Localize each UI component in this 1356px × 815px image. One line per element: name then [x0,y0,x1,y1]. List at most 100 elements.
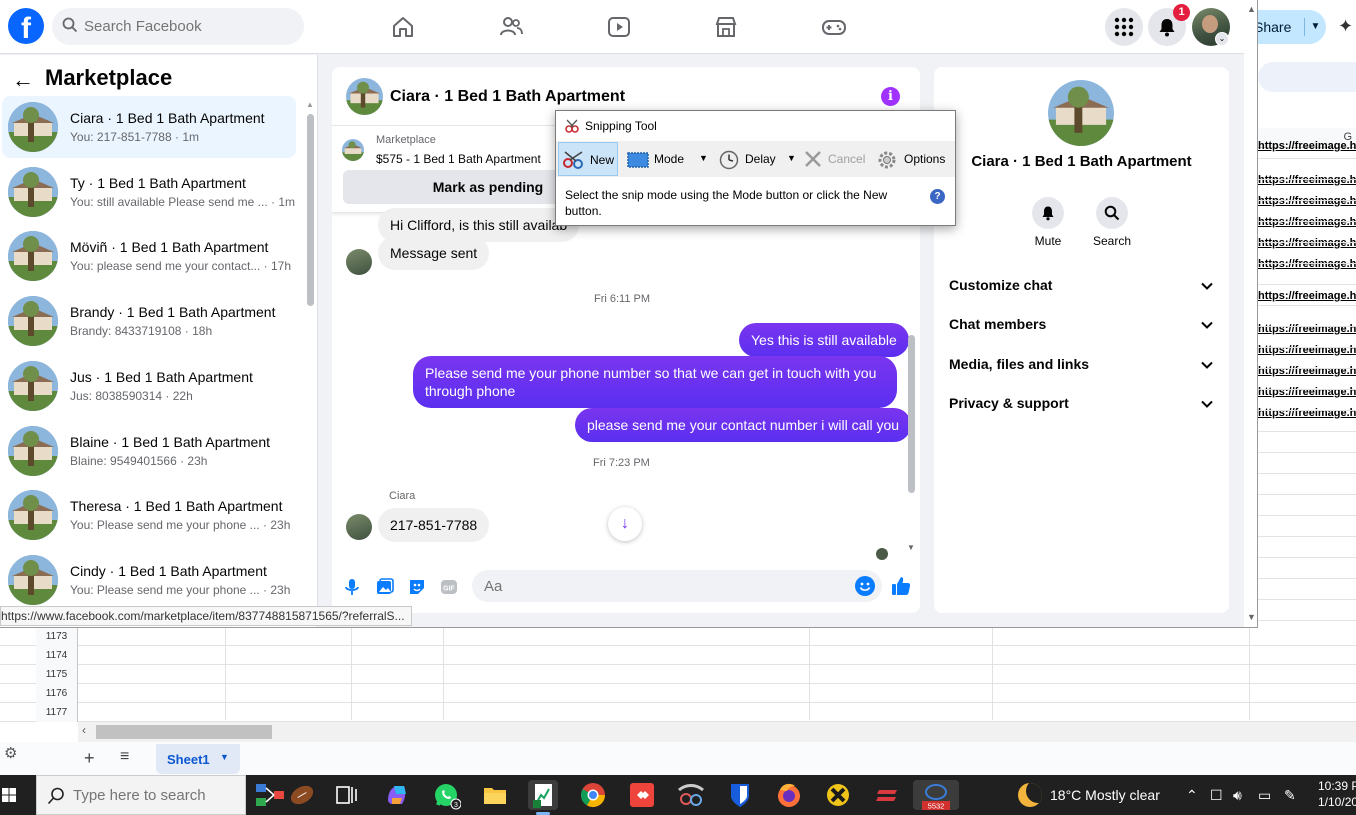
link-cell[interactable]: https://freeimage.ho [1258,258,1356,270]
conversation-item[interactable]: Ciara · 1 Bed 1 Bath Apartment You: 217-8… [2,96,296,158]
search-highlights-icon[interactable] [254,780,316,810]
message-bubble[interactable]: 217-851-7788 [378,508,490,542]
conversation-item[interactable]: Cindy · 1 Bed 1 Bath Apartment You: Pleas… [2,549,296,611]
scroll-down-icon[interactable]: ▼ [907,543,915,552]
expressvpn-icon[interactable] [872,780,902,810]
mode-dropdown-icon[interactable]: ▼ [699,153,708,163]
marketplace-icon[interactable] [713,14,739,40]
link-cell[interactable]: https://freeimage.ho [1258,365,1356,377]
all-sheets-menu-icon[interactable]: ≡ [120,748,129,766]
message-bubble[interactable]: Message sent [378,236,490,270]
scroll-thumb[interactable] [96,725,272,739]
conversation-avatar[interactable] [1048,80,1114,146]
tradingview-icon[interactable] [823,780,853,810]
show-hidden-icons-chevron-up-icon[interactable]: ⌃ [1186,787,1198,804]
info-section[interactable]: Chat members [948,312,1220,336]
info-section[interactable]: Privacy & support [948,391,1220,415]
share-dropdown-icon[interactable]: ▼ [1304,18,1326,36]
conversation-item[interactable]: Jus · 1 Bed 1 Bath Apartment Jus: 8038590… [2,355,296,417]
conversation-item[interactable]: Möviñ · 1 Bed 1 Bath Apartment You: pleas… [2,225,296,287]
sticker-icon[interactable] [407,577,427,597]
row-number[interactable]: 1175 [36,665,78,684]
window-scrollbar[interactable]: ▲ ▼ [1244,0,1257,627]
chat-avatar[interactable] [346,78,383,115]
sender-avatar[interactable] [346,514,372,540]
scroll-down-icon[interactable]: ▼ [1247,612,1256,622]
link-cell[interactable]: https://freeimage.ho [1258,407,1356,419]
chat-scrollbar[interactable]: ▼ [906,213,916,555]
chevron-down-icon[interactable] [1200,279,1214,293]
search-bar[interactable] [52,8,304,45]
taskbar-search[interactable] [36,775,246,815]
message-bubble[interactable]: Please send me your phone number so that… [413,356,897,408]
scroll-left-icon[interactable]: ‹ [82,723,86,737]
horizontal-scrollbar[interactable]: ‹ [78,722,1356,742]
mode-button[interactable]: Mode ▼ [623,142,711,176]
gaming-icon[interactable] [821,14,847,40]
vpn-monitor-icon[interactable]: 5532 [913,780,959,811]
sheet-row[interactable]: 1175 [0,665,1356,684]
emoji-icon[interactable] [855,576,875,596]
sheet-row[interactable]: 1173 [0,627,1356,646]
info-section[interactable]: Customize chat [948,273,1220,297]
scroll-up-icon[interactable]: ▲ [1247,4,1256,14]
sender-avatar[interactable] [346,249,372,275]
copilot-icon[interactable] [382,780,412,810]
apps-menu-button[interactable] [1105,8,1143,46]
sheet-row[interactable]: 1177 [0,703,1356,722]
link-cell[interactable]: https://freeimage.ho [1258,216,1356,228]
pen-icon[interactable]: ✎ [1284,787,1296,804]
link-cell[interactable]: https://freeimage.ho [1258,174,1356,186]
mute-circle[interactable] [1032,197,1064,229]
row-number[interactable]: 1174 [36,646,78,665]
listing-thumbnail[interactable] [342,139,364,161]
link-cell[interactable]: https://freeimage.ho [1258,323,1356,335]
account-chevron-down-icon[interactable]: ⌄ [1215,32,1229,46]
snipping-tool-titlebar[interactable]: Snipping Tool [556,111,955,141]
search-input[interactable] [84,8,294,45]
chevron-down-icon[interactable] [1200,397,1214,411]
facebook-logo-icon[interactable]: f [8,8,44,44]
chevron-down-icon[interactable] [1200,318,1214,332]
thumbs-up-icon[interactable] [890,575,912,597]
sheet-row[interactable]: 1176 [0,684,1356,703]
sheets-app-icon[interactable] [528,780,558,810]
home-icon[interactable] [390,14,416,40]
cancel-snip-button[interactable]: Cancel [802,142,870,176]
settings-gear-icon[interactable]: ⚙ [4,744,17,762]
network-icon[interactable]: ▭ [1258,787,1271,804]
message-bubble[interactable]: please send me your contact number i wil… [575,408,912,442]
conversation-item[interactable]: Blaine · 1 Bed 1 Bath Apartment Blaine: 9… [2,420,296,482]
photo-icon[interactable] [375,577,395,597]
listing-price-title[interactable]: $575 - 1 Bed 1 Bath Apartment [376,152,541,166]
microphone-icon[interactable] [342,577,362,597]
link-cell[interactable]: https://freeimage.ho [1258,140,1356,152]
link-cell[interactable]: https://freeimage.ho [1258,195,1356,207]
chevron-down-icon[interactable] [1200,358,1214,372]
row-number[interactable]: 1177 [36,703,78,722]
delay-button[interactable]: Delay ▼ [716,142,798,176]
info-section[interactable]: Media, files and links [948,352,1220,376]
add-sheet-icon[interactable]: + [84,748,95,769]
video-icon[interactable] [606,14,632,40]
gemini-icon[interactable]: ✦ [1338,16,1353,37]
conversation-item[interactable]: Ty · 1 Bed 1 Bath Apartment You: still av… [2,161,296,223]
task-view-icon[interactable] [332,780,362,810]
friends-icon[interactable] [498,14,524,40]
firefox-icon[interactable] [774,780,804,810]
sidebar-scrollbar[interactable]: ▲ [306,100,314,610]
message-input-field[interactable] [472,570,882,602]
sheet-tab-dropdown-icon[interactable]: ▼ [220,752,229,762]
chrome-icon[interactable] [578,780,608,810]
search-circle[interactable] [1096,197,1128,229]
whatsapp-icon[interactable]: 3 [431,780,462,810]
conversation-item[interactable]: Brandy · 1 Bed 1 Bath Apartment Brandy: 8… [2,290,296,352]
link-cell[interactable]: https://freeimage.ho [1258,290,1356,302]
scroll-thumb[interactable] [908,335,915,493]
link-cell[interactable]: https://freeimage.ho [1258,344,1356,356]
new-snip-button[interactable]: New [558,142,618,176]
back-arrow-icon[interactable]: ← [12,67,34,93]
system-clock[interactable]: 10:39 PM 1/10/2025 [1318,778,1356,810]
taskbar-search-input[interactable] [73,776,243,814]
snipping-tool-taskbar-icon[interactable] [676,780,706,810]
